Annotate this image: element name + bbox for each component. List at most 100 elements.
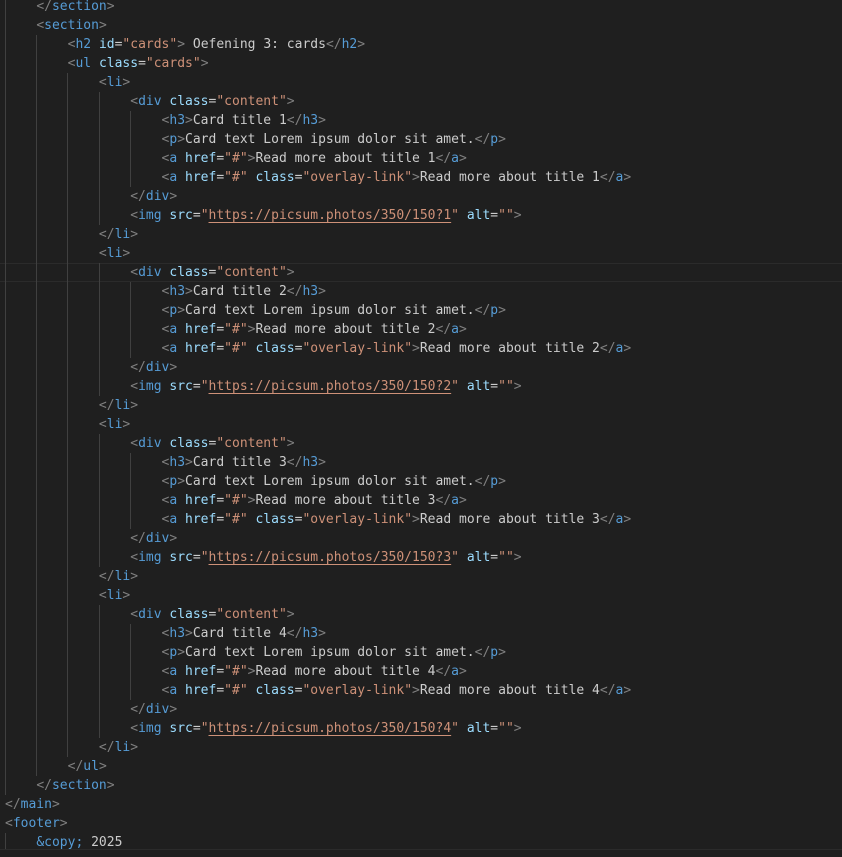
code-token: href xyxy=(185,151,217,166)
code-text: <p>Card text Lorem ipsum dolor sit amet.… xyxy=(5,301,506,320)
code-token[interactable]: https://picsum.photos/350/150?1 xyxy=(209,208,452,223)
code-line[interactable]: <div class="content"> xyxy=(0,605,842,624)
code-token: div xyxy=(145,702,170,717)
code-token: </ xyxy=(286,455,303,470)
code-token: > xyxy=(286,94,295,109)
code-line[interactable]: </li> xyxy=(0,738,842,757)
code-line[interactable]: <h3>Card title 1</h3> xyxy=(0,111,842,130)
code-line[interactable]: </li> xyxy=(0,225,842,244)
code-token: > xyxy=(498,132,506,147)
code-token: > xyxy=(122,246,131,261)
code-token: "#" xyxy=(224,151,248,166)
code-token: li xyxy=(106,417,123,432)
code-text: </ul> xyxy=(5,757,107,776)
code-token: </ xyxy=(286,626,303,641)
code-line[interactable]: <img src="https://picsum.photos/350/150?… xyxy=(0,206,842,225)
code-text: <li> xyxy=(5,415,130,434)
code-token: src xyxy=(169,550,193,565)
code-line[interactable]: <p>Card text Lorem ipsum dolor sit amet.… xyxy=(0,472,842,491)
code-token: "#" xyxy=(224,170,248,185)
code-text: </li> xyxy=(5,567,138,586)
code-line[interactable]: </section> xyxy=(0,776,842,795)
code-line[interactable]: <a href="#" class="overlay-link">Read mo… xyxy=(0,168,842,187)
code-line[interactable]: <a href="#">Read more about title 4</a> xyxy=(0,662,842,681)
code-line[interactable]: <section> xyxy=(0,16,842,35)
code-token[interactable]: https://picsum.photos/350/150?4 xyxy=(209,721,452,736)
code-line[interactable]: <li> xyxy=(0,244,842,263)
code-text: <p>Card text Lorem ipsum dolor sit amet.… xyxy=(5,643,506,662)
code-token: Card text Lorem ipsum dolor sit amet. xyxy=(185,303,475,318)
code-line[interactable]: <h3>Card title 4</h3> xyxy=(0,624,842,643)
code-line[interactable]: </div> xyxy=(0,358,842,377)
code-token: "content" xyxy=(216,94,287,109)
code-line[interactable]: <p>Card text Lorem ipsum dolor sit amet.… xyxy=(0,301,842,320)
code-token: > xyxy=(623,341,632,356)
code-token: href xyxy=(185,493,217,508)
code-line[interactable]: <p>Card text Lorem ipsum dolor sit amet.… xyxy=(0,643,842,662)
code-line[interactable]: <p>Card text Lorem ipsum dolor sit amet.… xyxy=(0,130,842,149)
code-token: div xyxy=(145,531,170,546)
code-token: = xyxy=(490,208,499,223)
code-line[interactable]: </section> xyxy=(0,0,842,16)
code-token: href xyxy=(185,170,217,185)
code-line[interactable]: <a href="#" class="overlay-link">Read mo… xyxy=(0,510,842,529)
code-token: > xyxy=(286,607,295,622)
code-line[interactable]: <li> xyxy=(0,586,842,605)
code-token: </ xyxy=(67,759,84,774)
code-token: > xyxy=(623,170,632,185)
code-token: > xyxy=(513,379,522,394)
code-line[interactable]: <h2 id="cards"> Oefening 3: cards</h2> xyxy=(0,35,842,54)
code-line[interactable]: </main> xyxy=(0,795,842,814)
code-token: Card title 3 xyxy=(192,455,287,470)
code-token: < xyxy=(5,816,13,831)
code-line[interactable]: <a href="#">Read more about title 2</a> xyxy=(0,320,842,339)
code-token: > xyxy=(59,816,68,831)
code-line[interactable]: </div> xyxy=(0,700,842,719)
code-token: > xyxy=(106,778,115,793)
code-token[interactable]: https://picsum.photos/350/150?2 xyxy=(209,379,452,394)
editor-bottom-edge xyxy=(0,849,842,857)
code-token: h2 xyxy=(75,37,92,52)
code-token: "content" xyxy=(216,607,287,622)
code-line[interactable]: <a href="#" class="overlay-link">Read mo… xyxy=(0,681,842,700)
code-line[interactable]: </li> xyxy=(0,396,842,415)
code-token: h3 xyxy=(302,113,319,128)
code-line[interactable]: </li> xyxy=(0,567,842,586)
code-line[interactable]: <div class="content"> xyxy=(0,434,842,453)
code-token: = xyxy=(138,56,146,71)
code-token: href xyxy=(185,664,217,679)
code-line[interactable]: </div> xyxy=(0,529,842,548)
code-line[interactable]: <h3>Card title 2</h3> xyxy=(0,282,842,301)
code-token: > xyxy=(122,417,131,432)
code-token[interactable]: https://picsum.photos/350/150?3 xyxy=(209,550,452,565)
code-token: > xyxy=(513,550,522,565)
code-text: </section> xyxy=(5,776,115,795)
code-line[interactable]: <li> xyxy=(0,415,842,434)
code-line[interactable]: </ul> xyxy=(0,757,842,776)
code-editor[interactable]: </section> <section> <h2 id="cards"> Oef… xyxy=(0,0,842,857)
code-token: > xyxy=(412,512,420,527)
code-token: " xyxy=(451,379,459,394)
code-token: < xyxy=(130,94,139,109)
code-line[interactable]: <div class="content"> xyxy=(0,263,842,282)
code-line[interactable]: <div class="content"> xyxy=(0,92,842,111)
code-token: main xyxy=(20,797,52,812)
code-token: a xyxy=(451,664,459,679)
code-token: > xyxy=(122,75,131,90)
code-line[interactable]: <a href="#" class="overlay-link">Read mo… xyxy=(0,339,842,358)
code-token: </ xyxy=(286,284,303,299)
code-line[interactable]: <h3>Card title 3</h3> xyxy=(0,453,842,472)
code-token: > xyxy=(177,645,186,660)
code-line[interactable]: <footer> xyxy=(0,814,842,833)
code-line[interactable]: <img src="https://picsum.photos/350/150?… xyxy=(0,719,842,738)
code-line[interactable]: <a href="#">Read more about title 3</a> xyxy=(0,491,842,510)
code-line[interactable]: <img src="https://picsum.photos/350/150?… xyxy=(0,377,842,396)
code-line[interactable]: <li> xyxy=(0,73,842,92)
code-line[interactable]: <a href="#">Read more about title 1</a> xyxy=(0,149,842,168)
code-text: <ul class="cards"> xyxy=(5,54,209,73)
code-line[interactable]: <img src="https://picsum.photos/350/150?… xyxy=(0,548,842,567)
code-token: > xyxy=(106,0,115,14)
code-line[interactable]: <ul class="cards"> xyxy=(0,54,842,73)
code-token: "#" xyxy=(224,322,248,337)
code-line[interactable]: </div> xyxy=(0,187,842,206)
